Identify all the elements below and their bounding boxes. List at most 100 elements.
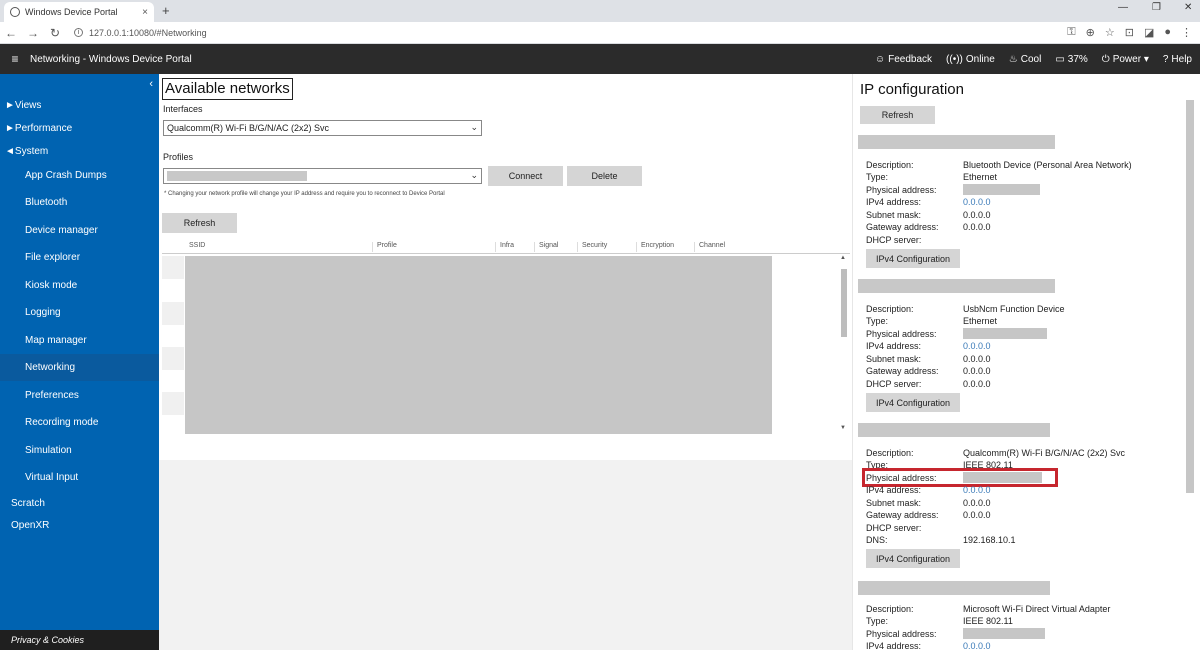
refresh-ip-button[interactable]: Refresh — [860, 106, 935, 124]
connect-button[interactable]: Connect — [488, 166, 563, 186]
forward-icon[interactable]: → — [22, 26, 44, 40]
sidebar-item-file-explorer[interactable]: File explorer — [0, 244, 159, 271]
table-row[interactable] — [162, 256, 184, 279]
ipv4-address-value[interactable]: 0.0.0.0 — [963, 641, 991, 650]
column-encryption[interactable]: Encryption — [636, 242, 674, 252]
refresh-networks-button[interactable]: Refresh — [162, 213, 237, 233]
description-value: UsbNcm Function Device — [963, 304, 1065, 314]
hamburger-menu-icon[interactable]: ≡ — [0, 52, 30, 66]
redacted-networks-list — [185, 256, 772, 434]
thermal-status[interactable]: ♨ Cool — [1009, 54, 1042, 65]
dhcp-server-label: DHCP server: — [866, 523, 922, 533]
ip-configuration-title: IP configuration — [860, 81, 964, 98]
scroll-up-icon[interactable]: ▲ — [840, 255, 846, 261]
address-bar-row: ← → ↻ i 127.0.0.1:10080/#Networking ⚿ ⊕ … — [0, 22, 1200, 44]
profile-redacted-value — [167, 171, 307, 181]
ip-panel-scrollbar[interactable] — [1186, 100, 1194, 493]
key-icon[interactable]: ⚿ — [1067, 26, 1075, 39]
sidebar-item-performance[interactable]: ►Performance — [0, 123, 159, 134]
profiles-select[interactable]: ⌄ — [163, 168, 482, 184]
minimize-icon[interactable]: — — [1118, 2, 1128, 13]
sidebar-item-map-manager[interactable]: Map manager — [0, 327, 159, 354]
table-row[interactable] — [162, 347, 184, 370]
wireless-icon: ((•)) — [946, 53, 963, 65]
column-profile[interactable]: Profile — [372, 242, 397, 252]
ipv4-configuration-button[interactable]: IPv4 Configuration — [866, 249, 960, 268]
networks-scrollbar[interactable]: ▲ ▼ — [839, 255, 849, 435]
sidebar-item-bluetooth[interactable]: Bluetooth — [0, 189, 159, 216]
column-signal[interactable]: Signal — [534, 242, 558, 252]
privacy-cookies-link[interactable]: Privacy & Cookies — [0, 630, 159, 650]
thermometer-icon: ♨ — [1008, 53, 1018, 65]
interfaces-select[interactable]: Qualcomm(R) Wi-Fi B/G/N/AC (2x2) Svc ⌄ — [163, 120, 482, 136]
maximize-icon[interactable]: ❐ — [1152, 2, 1161, 13]
feedback-label: Feedback — [888, 53, 933, 65]
back-icon[interactable]: ← — [0, 26, 22, 40]
description-label: Description: — [866, 604, 914, 614]
bookmark-star-icon[interactable]: ☆ — [1105, 26, 1115, 39]
browser-tab-strip: Windows Device Portal × + — ❐ ✕ — [0, 0, 1200, 22]
reload-icon[interactable]: ↻ — [44, 26, 66, 40]
browser-toolbar-icons: ⚿ ⊕ ☆ ⊡ ◪ ● ⋮ — [1067, 26, 1192, 39]
battery-status[interactable]: ▭ 37% — [1055, 54, 1087, 65]
type-label: Type: — [866, 316, 889, 326]
extension-icon[interactable]: ⊡ — [1125, 26, 1134, 39]
close-window-icon[interactable]: ✕ — [1184, 2, 1192, 13]
delete-button[interactable]: Delete — [567, 166, 642, 186]
help-label: Help — [1171, 53, 1192, 65]
column-channel[interactable]: Channel — [694, 242, 725, 252]
scroll-thumb[interactable] — [841, 269, 847, 337]
ipv4-address-value[interactable]: 0.0.0.0 — [963, 485, 991, 495]
sidebar-item-logging[interactable]: Logging — [0, 299, 159, 326]
online-status[interactable]: ((•)) Online — [946, 54, 995, 65]
ipv4-address-value[interactable]: 0.0.0.0 — [963, 197, 991, 207]
table-row[interactable] — [162, 392, 184, 415]
extensions-puzzle-icon[interactable]: ◪ — [1144, 26, 1154, 39]
sidebar-item-openxr[interactable]: OpenXR — [0, 520, 159, 531]
profiles-label: Profiles — [163, 152, 194, 162]
column-ssid[interactable]: SSID — [185, 242, 205, 252]
sidebar-item-networking[interactable]: Networking — [0, 354, 159, 381]
ipv4-configuration-button[interactable]: IPv4 Configuration — [866, 393, 960, 412]
new-tab-button[interactable]: + — [162, 3, 170, 18]
sidebar-item-views[interactable]: ►Views — [0, 100, 159, 111]
thermal-label: Cool — [1020, 53, 1042, 65]
power-menu-button[interactable]: ⏻ Power ▾ — [1102, 54, 1149, 65]
description-label: Description: — [866, 448, 914, 458]
main-content: Available networks Interfaces Qualcomm(R… — [159, 74, 852, 650]
collapse-sidebar-icon[interactable]: ‹ — [149, 78, 153, 90]
zoom-icon[interactable]: ⊕ — [1086, 26, 1095, 39]
profile-avatar-icon[interactable]: ● — [1164, 26, 1171, 39]
sidebar-item-preferences[interactable]: Preferences — [0, 382, 159, 409]
physical-address-label: Physical address: — [866, 329, 937, 339]
physical-address-redacted — [963, 328, 1047, 339]
sidebar-item-simulation[interactable]: Simulation — [0, 437, 159, 464]
interfaces-selected-value: Qualcomm(R) Wi-Fi B/G/N/AC (2x2) Svc — [167, 123, 330, 133]
ipv4-configuration-button[interactable]: IPv4 Configuration — [866, 549, 960, 568]
interfaces-label: Interfaces — [163, 104, 203, 114]
url-text: 127.0.0.1:10080/#Networking — [89, 27, 207, 38]
sidebar-item-virtual-input[interactable]: Virtual Input — [0, 464, 159, 491]
physical-address-label: Physical address: — [866, 629, 937, 639]
browser-tab[interactable]: Windows Device Portal × — [4, 2, 154, 22]
sidebar-item-recording-mode[interactable]: Recording mode — [0, 409, 159, 436]
column-infra[interactable]: Infra — [495, 242, 514, 252]
scroll-down-icon[interactable]: ▼ — [840, 425, 846, 431]
ipv4-address-value[interactable]: 0.0.0.0 — [963, 341, 991, 351]
sidebar-item-device-manager[interactable]: Device manager — [0, 217, 159, 244]
browser-menu-icon[interactable]: ⋮ — [1181, 26, 1192, 39]
adapter-name-redacted — [858, 423, 1050, 437]
url-field[interactable]: i 127.0.0.1:10080/#Networking — [74, 28, 207, 38]
sidebar-item-kiosk-mode[interactable]: Kiosk mode — [0, 272, 159, 299]
sidebar-item-system[interactable]: ◄System — [0, 146, 159, 157]
help-button[interactable]: ? Help — [1163, 54, 1192, 65]
type-label: Type: — [866, 172, 889, 182]
column-security[interactable]: Security — [577, 242, 607, 252]
sidebar-item-scratch[interactable]: Scratch — [0, 498, 159, 509]
table-row[interactable] — [162, 302, 184, 325]
dhcp-server-value: 0.0.0.0 — [963, 379, 991, 389]
feedback-button[interactable]: ☺ Feedback — [875, 54, 932, 65]
tab-close-icon[interactable]: × — [142, 7, 148, 18]
site-info-icon[interactable]: i — [74, 28, 83, 37]
sidebar-item-app-crash-dumps[interactable]: App Crash Dumps — [0, 162, 159, 189]
